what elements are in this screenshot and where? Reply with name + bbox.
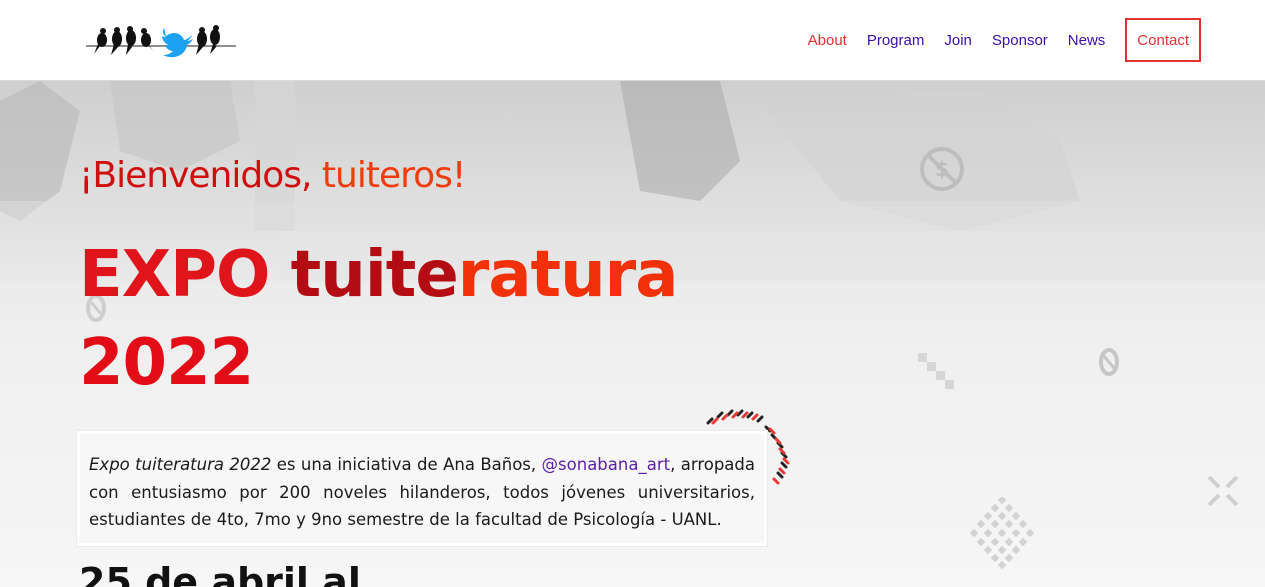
zero-glyph-icon [1099, 348, 1119, 376]
title-tuite: tuite [290, 238, 459, 312]
site-header: About Program Join Sponsor News Contact [0, 0, 1265, 81]
welcome-heading: ¡Bienvenidos, tuiteros! [79, 155, 466, 196]
pixel-steps-icon [918, 353, 954, 389]
nav-about-link[interactable]: About [808, 32, 847, 49]
welcome-text-2: tuiteros! [321, 155, 466, 196]
nav-contact-button[interactable]: Contact [1125, 18, 1201, 62]
event-dates-heading: 25 de abril al [79, 560, 361, 587]
intro-text-1: es una iniciativa de Ana Baños, [271, 455, 542, 474]
diamond-grid-icon [969, 497, 1035, 569]
title-expo: EXPO [79, 238, 270, 312]
hero-section: $ ¡Bienvenidos, tuiteros! EXPO tuiteratu… [0, 81, 1265, 587]
arrows-collapse-icon [1207, 475, 1239, 507]
nav-program-link[interactable]: Program [867, 32, 925, 49]
birds-twitter-logo-icon[interactable] [86, 22, 236, 62]
title-ratura: ratura [457, 238, 679, 312]
event-title: EXPO tuiteratura 2022 [79, 231, 679, 407]
no-currency-sign-icon: $ [920, 147, 964, 191]
svg-text:$: $ [935, 157, 949, 181]
title-year: 2022 [79, 326, 254, 400]
author-handle-link[interactable]: @sonabana_art [542, 455, 671, 474]
intro-text-box: Expo tuiteratura 2022 es una iniciativa … [77, 431, 767, 546]
main-nav: About Program Join Sponsor News Contact [808, 18, 1201, 62]
intro-event-name: Expo tuiteratura 2022 [89, 455, 272, 474]
nav-news-link[interactable]: News [1068, 32, 1106, 49]
nav-join-link[interactable]: Join [944, 32, 972, 49]
welcome-text-1: ¡Bienvenidos, [79, 155, 312, 196]
nav-sponsor-link[interactable]: Sponsor [992, 32, 1048, 49]
